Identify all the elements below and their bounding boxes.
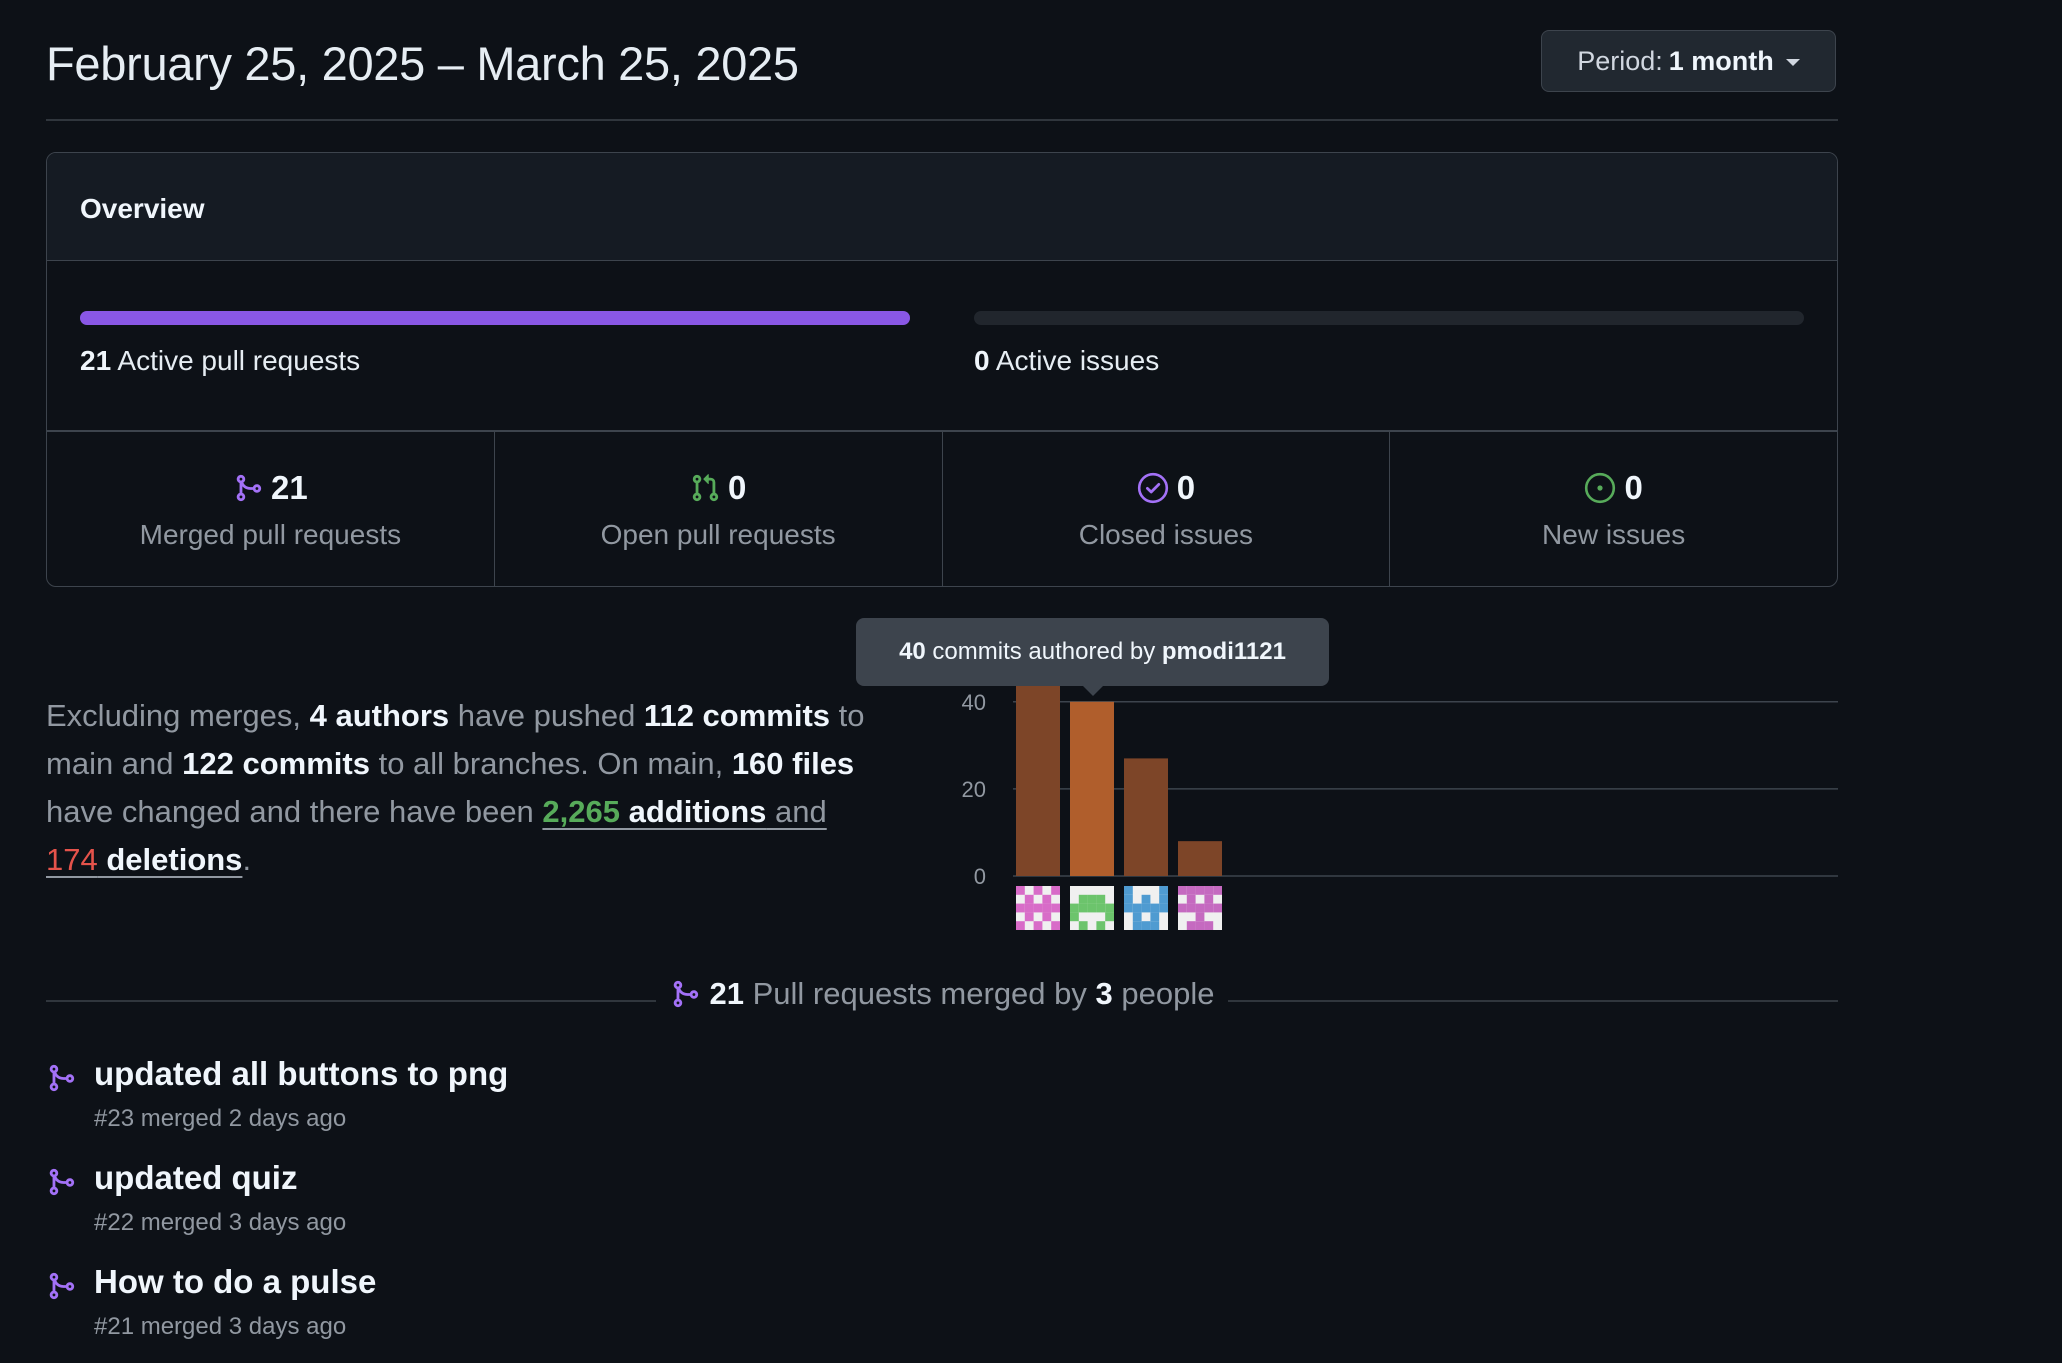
summary-text: .: [242, 842, 252, 877]
active-prs-bar-fill: [80, 311, 910, 325]
page-title: February 25, 2025 – March 25, 2025: [46, 37, 799, 90]
period-value: 1 month: [1668, 45, 1774, 76]
active-prs-label: Active pull requests: [117, 345, 361, 376]
active-issues-label: Active issues: [995, 345, 1160, 376]
main-commits-count: 112 commits: [643, 698, 831, 733]
stat-closed-issues[interactable]: 0 Closed issues: [943, 431, 1391, 586]
active-issues-bar: [974, 311, 1804, 325]
stat-new-issues[interactable]: 0 New issues: [1390, 431, 1837, 586]
closed-issues-value: 0: [1176, 469, 1196, 506]
git-pull-request-icon: [692, 474, 719, 502]
files-count: 160 files: [731, 746, 855, 781]
all-commits-count: 122 commits: [182, 746, 370, 781]
overview-header: Overview: [47, 153, 1837, 261]
chart-bar[interactable]: [1016, 680, 1060, 876]
list-item: updated all buttons to png #23 merged 2 …: [46, 1055, 946, 1155]
people-count: 3: [1095, 976, 1113, 1011]
git-merge-icon: [49, 1168, 75, 1196]
pr-section-text: people: [1112, 976, 1215, 1011]
period-dropdown-button[interactable]: Period: 1 month: [1541, 30, 1836, 92]
pr-meta: #23 merged 2 days ago: [94, 1105, 347, 1132]
y-tick-label: 20: [962, 777, 986, 802]
chart-svg: 0 20 40: [962, 680, 1838, 930]
caret-down-icon: [1785, 58, 1800, 66]
author-avatar[interactable]: [1016, 886, 1060, 930]
summary-text: to all branches. On main,: [369, 746, 732, 781]
deletions-link[interactable]: 174 deletions: [46, 842, 242, 877]
open-prs-label: Open pull requests: [600, 519, 836, 550]
deletions-label: deletions: [97, 842, 243, 877]
stat-open-prs[interactable]: 0 Open pull requests: [495, 431, 943, 586]
active-issues-summary[interactable]: 0 Active issues: [974, 345, 1159, 377]
pr-section-header: 21 Pull requests merged by 3 people: [46, 976, 1838, 1026]
merged-pr-count: 21: [709, 976, 744, 1011]
active-issues-count: 0: [974, 345, 990, 376]
active-prs-count: 21: [80, 345, 112, 376]
new-issues-value: 0: [1624, 469, 1643, 506]
author-avatar[interactable]: [1070, 886, 1114, 930]
overview-title: Overview: [80, 193, 205, 224]
summary-text: Excluding merges,: [46, 698, 310, 733]
merged-prs-value: 21: [271, 469, 308, 506]
pr-title-link[interactable]: updated quiz: [94, 1159, 297, 1197]
list-item: How to do a pulse #21 merged 3 days ago: [46, 1263, 946, 1363]
y-tick-label: 0: [974, 864, 986, 889]
issue-opened-icon: [1585, 472, 1616, 504]
git-merge-icon: [673, 980, 698, 1008]
additions-label: additions: [620, 794, 767, 829]
summary-text: have pushed: [449, 698, 644, 733]
tooltip-text: commits authored by: [925, 638, 1162, 665]
deletions-count: 174: [46, 842, 98, 877]
list-item: updated quiz #22 merged 3 days ago: [46, 1159, 946, 1259]
tooltip-arrow: [1082, 685, 1104, 696]
chart-bar[interactable]: [1178, 841, 1222, 876]
overview-stats: 21 Merged pull requests 0 Open pull requ…: [47, 431, 1837, 586]
open-prs-value: 0: [727, 469, 747, 506]
overview-panel: Overview 21 Active pull requests 0 Activ…: [46, 152, 1838, 587]
period-label: Period:: [1577, 45, 1663, 76]
tooltip-user: pmodi1121: [1161, 638, 1286, 665]
pr-section-text: Pull requests merged by: [744, 976, 1096, 1011]
pr-title-link[interactable]: How to do a pulse: [94, 1263, 376, 1301]
commits-by-author-chart: 0 20 40: [950, 660, 1840, 940]
pr-meta: #22 merged 3 days ago: [94, 1209, 347, 1236]
additions-link[interactable]: 2,265 additions and: [542, 794, 826, 829]
additions-count: 2,265: [542, 794, 620, 829]
authors-count: 4 authors: [309, 698, 450, 733]
commit-summary: Excluding merges, 4 authors have pushed …: [46, 692, 926, 884]
summary-text: and: [766, 794, 827, 829]
git-merge-icon: [49, 1064, 75, 1092]
active-prs-summary[interactable]: 21 Active pull requests: [80, 345, 360, 377]
git-merge-icon: [236, 474, 262, 502]
summary-text: have changed and there have been: [46, 794, 543, 829]
y-tick-label: 40: [962, 690, 986, 715]
author-avatar[interactable]: [1124, 886, 1168, 930]
pr-meta: #21 merged 3 days ago: [94, 1313, 347, 1340]
chart-bar[interactable]: [1070, 701, 1114, 876]
git-merge-icon: [49, 1272, 75, 1300]
divider: [46, 119, 1838, 121]
chart-tooltip: 40 commits authored by pmodi1121: [856, 618, 1329, 686]
author-avatar[interactable]: [1178, 886, 1222, 930]
chart-bar[interactable]: [1124, 758, 1168, 876]
stat-merged-prs[interactable]: 21 Merged pull requests: [47, 431, 495, 586]
tooltip-count: 40: [899, 638, 926, 665]
merged-prs-label: Merged pull requests: [139, 519, 402, 550]
closed-issues-label: Closed issues: [1078, 519, 1254, 550]
new-issues-label: New issues: [1542, 519, 1686, 550]
active-prs-bar: [80, 311, 910, 325]
issue-closed-icon: [1137, 472, 1168, 504]
pr-title-link[interactable]: updated all buttons to png: [94, 1055, 508, 1093]
